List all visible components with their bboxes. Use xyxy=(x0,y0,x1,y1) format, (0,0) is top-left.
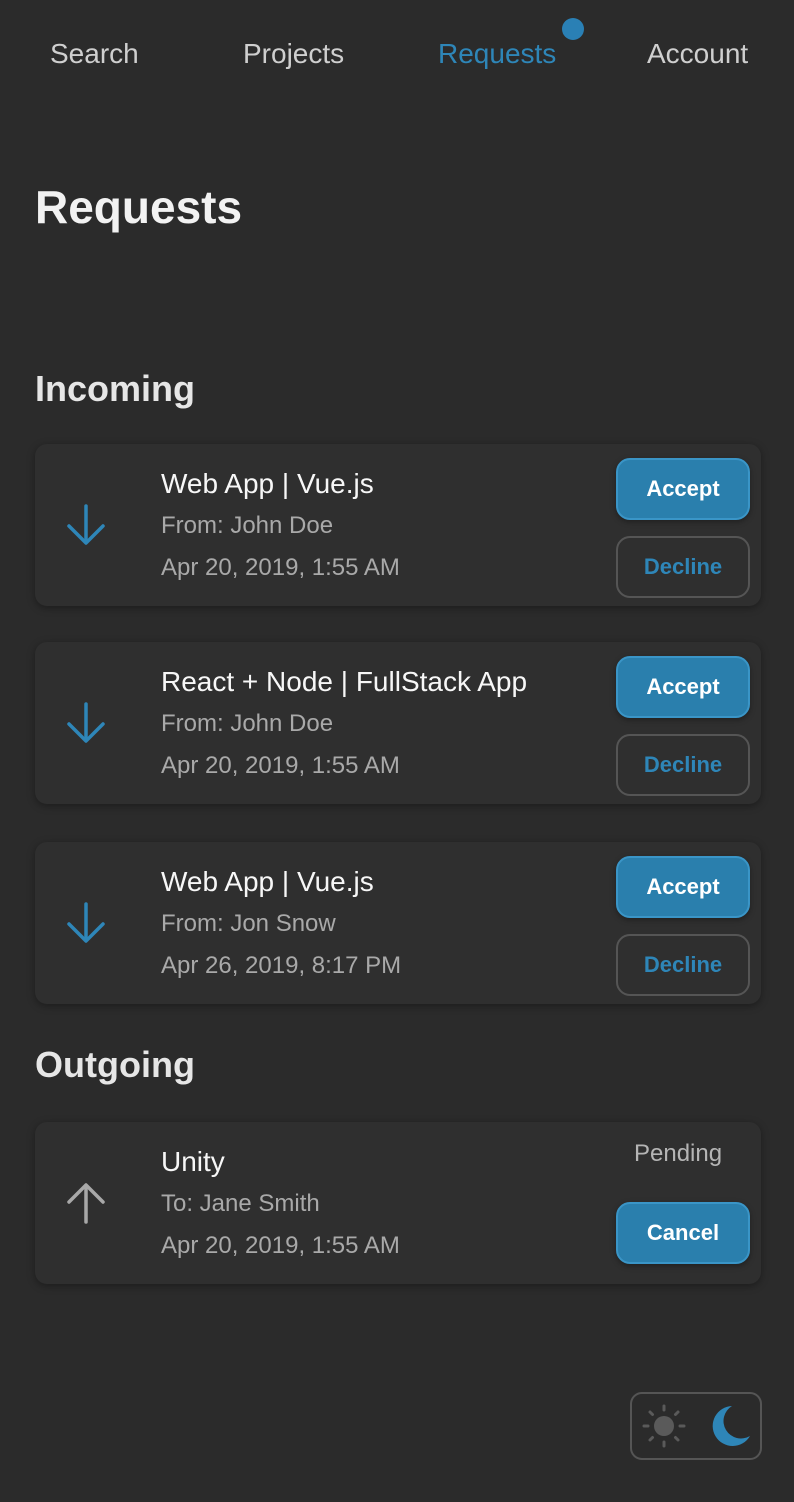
arrow-down-icon xyxy=(67,702,105,743)
incoming-request-card: React + Node | FullStack App From: John … xyxy=(35,642,761,804)
request-title: React + Node | FullStack App xyxy=(161,666,528,697)
nav-item-projects[interactable]: Projects xyxy=(243,38,344,70)
incoming-request-card: Web App | Vue.js From: John Doe Apr 20, … xyxy=(35,444,761,606)
request-title: Web App | Vue.js xyxy=(161,468,374,499)
nav-item-requests[interactable]: Requests xyxy=(438,38,556,70)
status-label: Pending xyxy=(634,1140,723,1167)
request-to: To: Jane Smith xyxy=(161,1190,320,1217)
page-title: Requests xyxy=(35,181,243,233)
decline-button[interactable]: Decline xyxy=(616,934,750,996)
incoming-section-title: Incoming xyxy=(35,368,195,409)
request-from: From: Jon Snow xyxy=(161,910,336,937)
theme-toggle[interactable] xyxy=(630,1392,762,1460)
accept-button[interactable]: Accept xyxy=(616,856,750,918)
decline-button[interactable]: Decline xyxy=(616,734,750,796)
notification-dot xyxy=(562,18,584,40)
outgoing-request-card: Unity To: Jane Smith Apr 20, 2019, 1:55 … xyxy=(35,1122,761,1284)
sun-icon[interactable] xyxy=(642,1404,686,1448)
request-date: Apr 26, 2019, 8:17 PM xyxy=(161,952,402,979)
request-title: Unity xyxy=(161,1146,225,1177)
arrow-down-icon xyxy=(67,902,105,943)
request-date: Apr 20, 2019, 1:55 AM xyxy=(161,554,400,581)
request-title: Web App | Vue.js xyxy=(161,866,374,897)
request-from: From: John Doe xyxy=(161,710,334,737)
incoming-request-card: Web App | Vue.js From: Jon Snow Apr 26, … xyxy=(35,842,761,1004)
accept-button[interactable]: Accept xyxy=(616,656,750,718)
request-from: From: John Doe xyxy=(161,512,334,539)
arrow-up-icon xyxy=(67,1183,105,1224)
request-date: Apr 20, 2019, 1:55 AM xyxy=(161,1232,400,1259)
top-nav: Search Projects Requests Account xyxy=(0,0,794,110)
arrow-down-icon xyxy=(67,504,105,545)
accept-button[interactable]: Accept xyxy=(616,458,750,520)
nav-item-account[interactable]: Account xyxy=(647,38,748,70)
moon-icon[interactable] xyxy=(706,1402,752,1450)
decline-button[interactable]: Decline xyxy=(616,536,750,598)
outgoing-section-title: Outgoing xyxy=(35,1044,195,1085)
cancel-button[interactable]: Cancel xyxy=(616,1202,750,1264)
requests-page: Search Projects Requests Account Request… xyxy=(0,0,794,1502)
nav-item-search[interactable]: Search xyxy=(50,38,139,70)
request-date: Apr 20, 2019, 1:55 AM xyxy=(161,752,400,779)
